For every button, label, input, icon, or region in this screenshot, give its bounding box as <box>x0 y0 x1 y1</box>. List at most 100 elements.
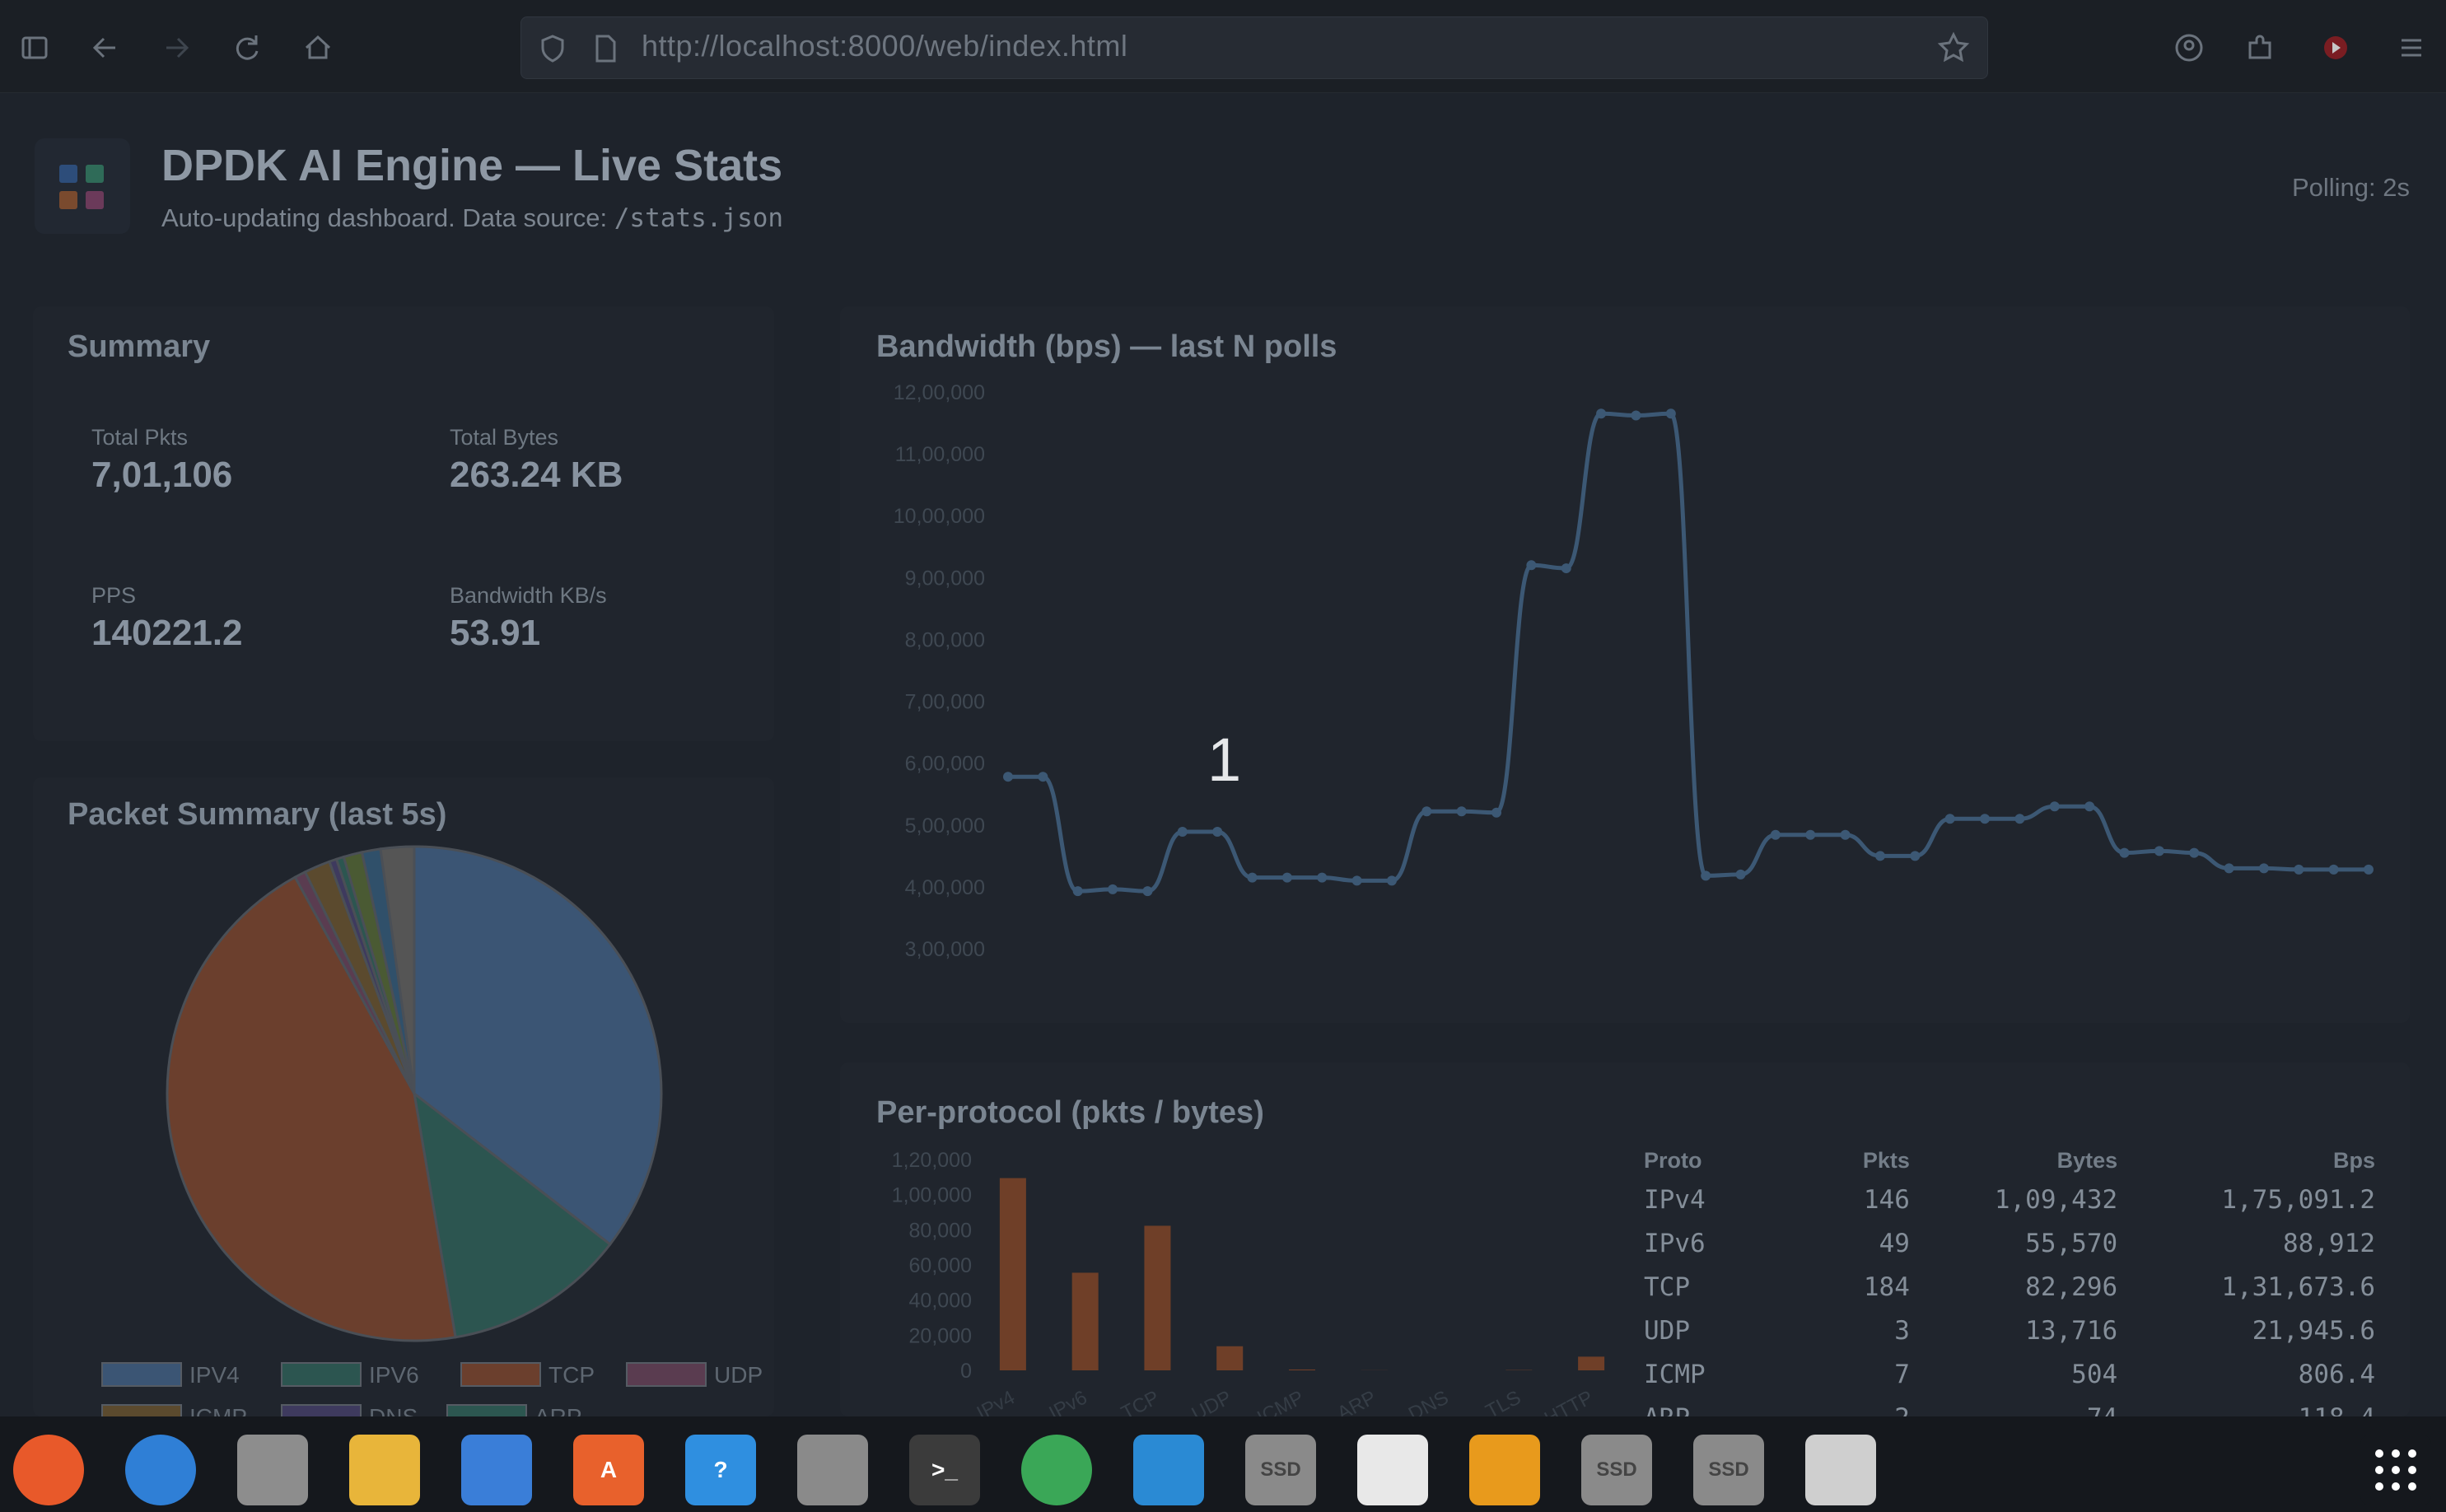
rhythmbox-icon[interactable] <box>349 1435 420 1505</box>
screenshot-icon[interactable] <box>1469 1435 1540 1505</box>
y-tick-label: 3,00,000 <box>905 938 985 961</box>
bandwidth-data-point <box>1526 560 1537 571</box>
packet-pie-chart: IPV4 IPV6 TCP UDP ICMP DNS ARP <box>101 845 763 1416</box>
app-grid-icon[interactable] <box>2360 1435 2431 1505</box>
record-extension-icon[interactable] <box>2313 25 2359 71</box>
legend-swatch <box>101 1362 182 1387</box>
bandwidth-data-point <box>1142 886 1153 897</box>
reload-icon[interactable] <box>224 25 270 71</box>
terminal-icon[interactable]: >_ <box>909 1435 980 1505</box>
vscode-icon[interactable] <box>1133 1435 1204 1505</box>
bookmark-star-icon[interactable] <box>1936 30 1971 65</box>
bar <box>1578 1356 1605 1370</box>
text-editor-icon[interactable] <box>1357 1435 1428 1505</box>
ssd-drive-icon[interactable]: SSD <box>1245 1435 1316 1505</box>
x-tick-label: TCP <box>1118 1386 1163 1416</box>
legend-label: IPV4 <box>189 1362 240 1388</box>
bandwidth-data-point <box>2258 863 2269 874</box>
y-tick-label: 5,00,000 <box>905 814 985 838</box>
address-bar[interactable]: http://localhost:8000/web/index.html <box>520 16 1988 79</box>
bandwidth-card: Bandwidth (bps) — last N polls 3,00,000 4… <box>840 306 2410 1023</box>
legend-label: UDP <box>714 1362 763 1388</box>
table-row: ICMP 7 504 806.4 <box>1644 1352 2375 1396</box>
trash-icon[interactable] <box>1805 1435 1876 1505</box>
bandwidth-data-point <box>1038 772 1048 782</box>
bandwidth-data-point <box>1840 829 1851 840</box>
y-tick-label: 4,00,000 <box>905 876 985 899</box>
browser-toolbar: http://localhost:8000/web/index.html <box>0 0 2446 93</box>
y-tick-label: 80,000 <box>909 1219 972 1242</box>
column-header: Proto <box>1644 1147 1702 1173</box>
y-tick-label: 1,20,000 <box>892 1149 972 1172</box>
bandwidth-data-point <box>1874 851 1885 861</box>
x-tick-label: IPv6 <box>1045 1386 1090 1416</box>
bandwidth-data-point <box>1561 563 1571 574</box>
menu-hamburger-icon[interactable] <box>2388 25 2434 71</box>
bandwidth-data-point <box>2119 847 2130 858</box>
y-tick-label: 9,00,000 <box>905 567 985 590</box>
ssd-drive-icon[interactable]: SSD <box>1693 1435 1764 1505</box>
table-cell: TCP <box>1644 1272 1690 1302</box>
legend-swatch <box>101 1404 182 1416</box>
url-path: :8000/web/index.html <box>839 29 1128 63</box>
table-cell: 184 <box>1863 1272 1910 1302</box>
url-text[interactable]: http://localhost:8000/web/index.html <box>642 29 1127 63</box>
settings-icon[interactable] <box>797 1435 868 1505</box>
account-icon[interactable] <box>2166 25 2212 71</box>
stat-label: Total Bytes <box>450 425 559 450</box>
x-tick-label: ARP <box>1333 1386 1379 1416</box>
bandwidth-series-line <box>1008 411 2369 894</box>
stat-value: 7,01,106 <box>91 455 233 495</box>
extensions-icon[interactable] <box>2237 25 2283 71</box>
bandwidth-data-point <box>1491 807 1502 818</box>
shield-icon[interactable] <box>536 32 569 65</box>
bandwidth-data-point <box>1212 827 1223 838</box>
bandwidth-data-point <box>1805 829 1816 840</box>
stat-label: Bandwidth KB/s <box>450 583 607 608</box>
bar <box>999 1178 1026 1370</box>
app-center-icon[interactable]: A <box>573 1435 644 1505</box>
bandwidth-data-point <box>1247 872 1258 883</box>
bandwidth-data-point <box>1108 884 1118 894</box>
chrome-icon[interactable] <box>1021 1435 1092 1505</box>
sidebar-toggle-icon[interactable] <box>12 25 58 71</box>
y-tick-label: 20,000 <box>909 1324 972 1347</box>
legend-label: ARP <box>534 1404 582 1416</box>
table-cell: 88,912 <box>2283 1228 2375 1258</box>
bandwidth-data-point <box>1317 872 1328 883</box>
stat-value: 263.24 KB <box>450 455 623 495</box>
table-header-row: Proto Pkts Bytes Bps <box>1644 1143 2375 1178</box>
thunderbird-icon[interactable] <box>125 1435 196 1505</box>
firefox-icon[interactable] <box>13 1435 84 1505</box>
table-row: TCP 184 82,296 1,31,673.6 <box>1644 1265 2375 1309</box>
y-tick-label: 7,00,000 <box>905 691 985 714</box>
table-cell: 13,716 <box>2025 1315 2118 1346</box>
home-icon[interactable] <box>295 25 341 71</box>
legend-label: IPV6 <box>369 1362 419 1388</box>
overlay-marker: 1 <box>1207 726 1242 794</box>
bandwidth-data-point <box>2049 801 2060 812</box>
column-header: Bytes <box>2056 1147 2118 1173</box>
y-tick-label: 1,00,000 <box>892 1184 972 1207</box>
bandwidth-data-point <box>2189 847 2200 858</box>
bandwidth-data-point <box>1351 875 1362 886</box>
packet-summary-card: Packet Summary (last 5s) IPV4IPV6TCPUDPI… <box>33 777 774 1416</box>
stat-label: PPS <box>91 583 137 608</box>
ssd-drive-icon[interactable]: SSD <box>1581 1435 1652 1505</box>
files-icon[interactable] <box>237 1435 308 1505</box>
taskbar-icon-label: ? <box>713 1457 728 1482</box>
legend-swatch <box>281 1362 362 1387</box>
per-protocol-table: Proto Pkts Bytes Bps IPv4 146 1,09,432 1,75… <box>1644 1143 2375 1440</box>
y-tick-label: 8,00,000 <box>905 628 985 651</box>
bar <box>1071 1272 1099 1370</box>
help-icon[interactable]: ? <box>685 1435 756 1505</box>
writer-icon[interactable] <box>461 1435 532 1505</box>
back-arrow-icon[interactable] <box>82 25 128 71</box>
taskbar: A? >_ SSD SSD SSD <box>0 1416 2446 1512</box>
forward-arrow-icon[interactable] <box>153 25 199 71</box>
bandwidth-data-point <box>1072 886 1083 897</box>
y-tick-label: 11,00,000 <box>895 443 985 466</box>
y-tick-label: 6,00,000 <box>905 753 985 776</box>
table-cell: 1,31,673.6 <box>2221 1272 2375 1302</box>
page-subtitle: Auto-updating dashboard. Data source: /s… <box>161 203 783 233</box>
